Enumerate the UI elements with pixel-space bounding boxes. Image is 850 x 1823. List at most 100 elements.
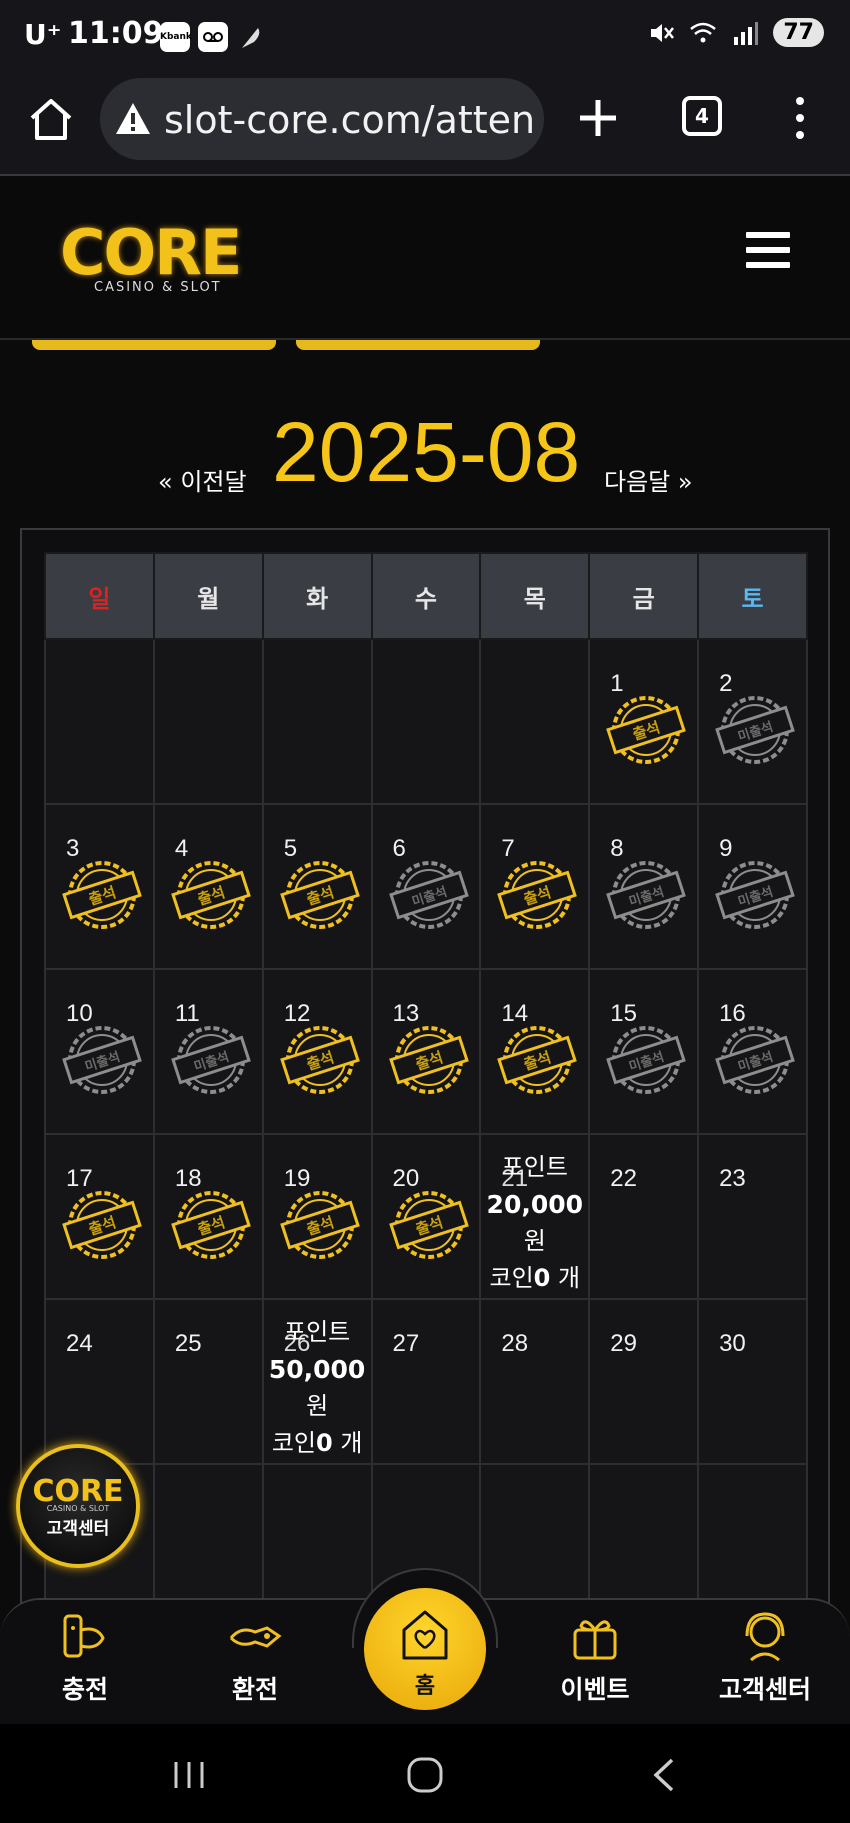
logo-subtitle: CASINO & SLOT xyxy=(94,280,222,295)
headset-icon xyxy=(745,1612,785,1662)
calendar-day-cell[interactable]: 24 xyxy=(44,1298,155,1465)
site-header: CORE CASINO & SLOT xyxy=(0,176,850,340)
customer-service-badge[interactable]: CORE CASINO & SLOT 고객센터 xyxy=(16,1444,140,1568)
calendar-day-cell[interactable]: 27 xyxy=(370,1298,482,1465)
weekday-sun: 일 xyxy=(44,552,155,640)
reward-coin-unit: 개 xyxy=(332,1429,363,1457)
more-menu-icon[interactable] xyxy=(790,96,810,140)
voicemail-icon xyxy=(198,22,228,52)
warning-icon[interactable] xyxy=(114,100,152,138)
calendar-day-cell[interactable]: 4 출석 xyxy=(152,803,264,970)
calendar-week-row: 10 미출석 11 미출석 12 출석 13 출석 14 출석 15 미출석 1… xyxy=(44,968,808,1135)
reward-point-unit: 원 xyxy=(306,1392,329,1420)
calendar-day-cell[interactable]: 20 출석 xyxy=(370,1133,482,1300)
recent-apps-icon[interactable] xyxy=(166,1752,212,1798)
nav-event[interactable]: 이벤트 xyxy=(530,1608,660,1718)
calendar-day-cell[interactable] xyxy=(44,638,155,805)
calendar-day-cell[interactable]: 3 출석 xyxy=(44,803,155,970)
calendar-day-cell[interactable]: 23 xyxy=(697,1133,808,1300)
attended-stamp-icon: 출석 xyxy=(388,1026,469,1094)
weekday-tue: 화 xyxy=(261,552,373,640)
calendar-day-cell[interactable]: 14 출석 xyxy=(479,968,591,1135)
feather-icon xyxy=(236,22,266,52)
calendar-week-row: 1 출석 2 미출석 xyxy=(44,638,808,805)
calendar-day-cell[interactable]: 30 xyxy=(697,1298,808,1465)
top-tab-left[interactable] xyxy=(32,340,276,350)
calendar-day-cell[interactable]: 18 출석 xyxy=(152,1133,264,1300)
absent-stamp-icon: 미출석 xyxy=(171,1026,251,1094)
nav-home[interactable]: 홈 xyxy=(360,1584,490,1714)
calendar-day-cell[interactable]: 12 출석 xyxy=(261,968,373,1135)
address-bar[interactable]: slot-core.com/attenda xyxy=(100,78,544,160)
weekday-sat: 토 xyxy=(697,552,808,640)
calendar-week-row: 17 출석 18 출석 19 출석 20 출석 21 포인트 20,000 원 … xyxy=(44,1133,808,1300)
wifi-icon xyxy=(690,22,717,42)
prev-month-link[interactable]: « 이전달 xyxy=(158,462,247,497)
nav-support[interactable]: 고객센터 xyxy=(700,1608,830,1718)
calendar-day-cell[interactable]: 7 출석 xyxy=(479,803,591,970)
calendar-day-cell[interactable]: 26 포인트 50,000 원 코인0 개 xyxy=(261,1298,373,1465)
url-text[interactable]: slot-core.com/attenda xyxy=(164,98,534,142)
next-month-link[interactable]: 다음달 » xyxy=(604,462,693,497)
nav-deposit-label: 충전 xyxy=(61,1675,108,1704)
calendar-day-cell[interactable]: 25 xyxy=(152,1298,264,1465)
day-number: 22 xyxy=(610,1165,637,1192)
reward-point-label: 포인트 xyxy=(283,1318,351,1346)
new-tab-icon[interactable] xyxy=(572,92,624,144)
month-title: 2025-08 xyxy=(272,405,581,499)
calendar-day-cell[interactable]: 2 미출석 xyxy=(697,638,808,805)
browser-toolbar: slot-core.com/attenda 4 xyxy=(0,70,850,176)
calendar-day-cell[interactable] xyxy=(261,638,373,805)
weekday-mon: 월 xyxy=(152,552,264,640)
clock: 11:09 xyxy=(68,16,164,51)
calendar-day-cell[interactable] xyxy=(152,638,264,805)
nav-deposit[interactable]: 충전 xyxy=(20,1608,150,1718)
reward-coin-line: 코인0 개 xyxy=(481,1260,588,1297)
day-number: 23 xyxy=(719,1165,746,1192)
calendar-day-cell[interactable]: 1 출석 xyxy=(588,638,700,805)
attended-stamp-icon: 출석 xyxy=(171,861,251,929)
nav-withdraw-label: 환전 xyxy=(231,1675,278,1704)
weekday-thu: 목 xyxy=(479,552,591,640)
day-number: 24 xyxy=(66,1330,93,1357)
day-number: 28 xyxy=(501,1330,529,1357)
calendar-day-cell[interactable]: 9 미출석 xyxy=(697,803,808,970)
site-logo[interactable]: CORE CASINO & SLOT xyxy=(60,216,250,296)
logo-text: CORE xyxy=(60,216,242,289)
home-icon[interactable] xyxy=(26,94,76,144)
attended-stamp-icon: 출석 xyxy=(497,861,578,929)
calendar-day-cell[interactable] xyxy=(370,638,482,805)
calendar-day-cell[interactable]: 19 출석 xyxy=(261,1133,373,1300)
tab-switcher-button[interactable]: 4 xyxy=(682,96,722,136)
cs-badge-subtitle: CASINO & SLOT xyxy=(46,1504,110,1513)
nav-home-label: 홈 xyxy=(414,1674,436,1699)
calendar-day-cell[interactable]: 6 미출석 xyxy=(370,803,482,970)
calendar-day-cell[interactable]: 5 출석 xyxy=(261,803,373,970)
back-icon[interactable] xyxy=(642,1752,688,1798)
hamburger-menu-icon[interactable] xyxy=(746,232,790,272)
calendar-day-cell[interactable]: 11 미출석 xyxy=(152,968,264,1135)
home-system-icon[interactable] xyxy=(402,1752,448,1798)
calendar-day-cell[interactable]: 28 xyxy=(479,1298,591,1465)
calendar-day-cell[interactable]: 13 출석 xyxy=(370,968,482,1135)
weekday-wed: 수 xyxy=(370,552,482,640)
calendar-day-cell[interactable]: 16 미출석 xyxy=(697,968,808,1135)
calendar-day-cell[interactable]: 15 미출석 xyxy=(588,968,700,1135)
calendar-day-cell[interactable]: 29 xyxy=(588,1298,700,1465)
reward-info: 포인트 20,000 원 코인0 개 xyxy=(481,1149,588,1297)
calendar-day-cell[interactable] xyxy=(479,638,591,805)
top-tab-right[interactable] xyxy=(296,340,540,350)
reward-coin-label: 코인 xyxy=(271,1429,316,1457)
calendar-day-cell[interactable]: 21 포인트 20,000 원 코인0 개 xyxy=(479,1133,591,1300)
calendar-day-cell[interactable]: 10 미출석 xyxy=(44,968,155,1135)
calendar-day-cell[interactable]: 17 출석 xyxy=(44,1133,155,1300)
reward-coin-label: 코인 xyxy=(489,1264,534,1292)
withdraw-icon xyxy=(229,1626,282,1648)
gift-icon xyxy=(573,1620,617,1660)
nav-withdraw[interactable]: 환전 xyxy=(190,1608,320,1718)
reward-point-amount: 20,000 xyxy=(486,1190,584,1219)
calendar-day-cell[interactable]: 8 미출석 xyxy=(588,803,700,970)
reward-coin-unit: 개 xyxy=(550,1264,581,1292)
reward-info: 포인트 50,000 원 코인0 개 xyxy=(264,1314,371,1462)
calendar-day-cell[interactable]: 22 xyxy=(588,1133,700,1300)
